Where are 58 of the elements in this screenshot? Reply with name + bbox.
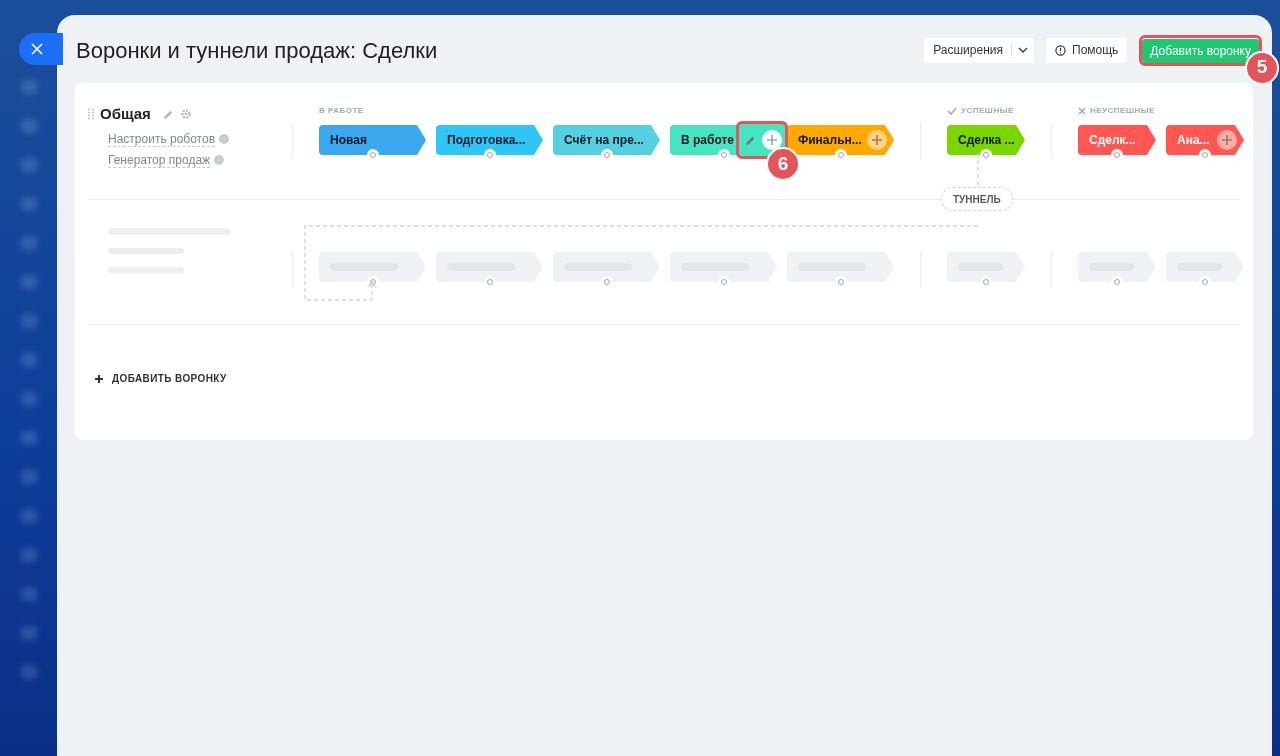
stage-name: В работе bbox=[681, 132, 734, 149]
extensions-dropdown[interactable]: Расширения bbox=[924, 37, 1034, 63]
stage-name: Финальн... bbox=[798, 132, 862, 149]
blurred-menu-icon bbox=[20, 392, 37, 406]
funnel-name: Общая bbox=[100, 104, 151, 124]
stage-name: Сделк... bbox=[1089, 132, 1136, 149]
tunnel-label: ТУННЕЛЬ bbox=[941, 187, 1013, 211]
add-funnel-link[interactable]: ДОБАВИТЬ ВОРОНКУ bbox=[112, 371, 227, 386]
stage-group-label: НЕУСПЕШНЫЕ bbox=[1090, 105, 1155, 117]
stage-name: Счёт на пре... bbox=[564, 132, 644, 149]
blurred-menu-icon bbox=[20, 158, 37, 172]
blurred-menu-icon bbox=[20, 665, 37, 679]
stage-group-label: В РАБОТЕ bbox=[319, 105, 364, 117]
check-icon bbox=[947, 107, 957, 115]
stage-chip[interactable]: Подготовка... bbox=[436, 125, 543, 155]
info-icon bbox=[1055, 44, 1066, 56]
blurred-menu-icon bbox=[20, 353, 37, 367]
pencil-icon[interactable] bbox=[162, 108, 174, 120]
stage-name: Подготовка... bbox=[447, 132, 526, 149]
blurred-menu-icon bbox=[20, 119, 37, 133]
blurred-menu-icon bbox=[20, 470, 37, 484]
stage-chip[interactable]: Новая bbox=[319, 125, 426, 155]
stage-group-label: УСПЕШНЫЕ bbox=[961, 105, 1014, 117]
settings-icon[interactable] bbox=[179, 108, 192, 121]
blurred-menu-icon bbox=[20, 626, 37, 640]
blurred-menu-icon bbox=[20, 314, 37, 328]
plus-icon[interactable] bbox=[95, 374, 103, 383]
drag-handle-icon bbox=[88, 108, 94, 121]
stage-name: Сделка ... bbox=[958, 132, 1015, 149]
page-title: Воронки и туннели продаж: Сделки bbox=[76, 36, 438, 65]
blurred-menu-icon bbox=[20, 275, 37, 289]
help-icon[interactable] bbox=[214, 155, 225, 165]
blurred-menu-icon bbox=[20, 80, 37, 94]
chevron-down-icon bbox=[1018, 47, 1028, 53]
blurred-menu-icon bbox=[20, 548, 37, 562]
stage-name: Ана... bbox=[1177, 132, 1210, 149]
close-icon bbox=[31, 43, 43, 55]
add-stage-icon[interactable] bbox=[762, 130, 782, 150]
pencil-icon[interactable] bbox=[745, 134, 756, 146]
stage-chip[interactable]: В работе bbox=[670, 125, 738, 155]
stage-name: Новая bbox=[330, 132, 367, 149]
stage-chip[interactable]: Финальн... bbox=[787, 125, 894, 155]
funnel-link[interactable]: Генератор продаж bbox=[108, 152, 211, 168]
add-stage-icon[interactable] bbox=[1217, 130, 1237, 150]
close-button[interactable] bbox=[19, 33, 63, 65]
blurred-menu-icon bbox=[20, 197, 37, 211]
cross-icon bbox=[1078, 107, 1086, 115]
blurred-menu-icon bbox=[20, 431, 37, 445]
help-icon[interactable] bbox=[219, 134, 229, 144]
blurred-menu-icon bbox=[20, 587, 37, 601]
funnel-link[interactable]: Настроить роботов bbox=[108, 131, 215, 147]
stage-chip[interactable]: Счёт на пре... bbox=[553, 125, 660, 155]
stage-chip[interactable]: Сделка ... bbox=[947, 125, 1025, 155]
blurred-menu-icon bbox=[20, 236, 37, 250]
help-button[interactable]: Помощь bbox=[1046, 37, 1128, 63]
add-stage-icon[interactable] bbox=[867, 130, 887, 150]
blurred-menu-icon bbox=[20, 509, 37, 523]
step-marker: 6 bbox=[766, 147, 800, 181]
